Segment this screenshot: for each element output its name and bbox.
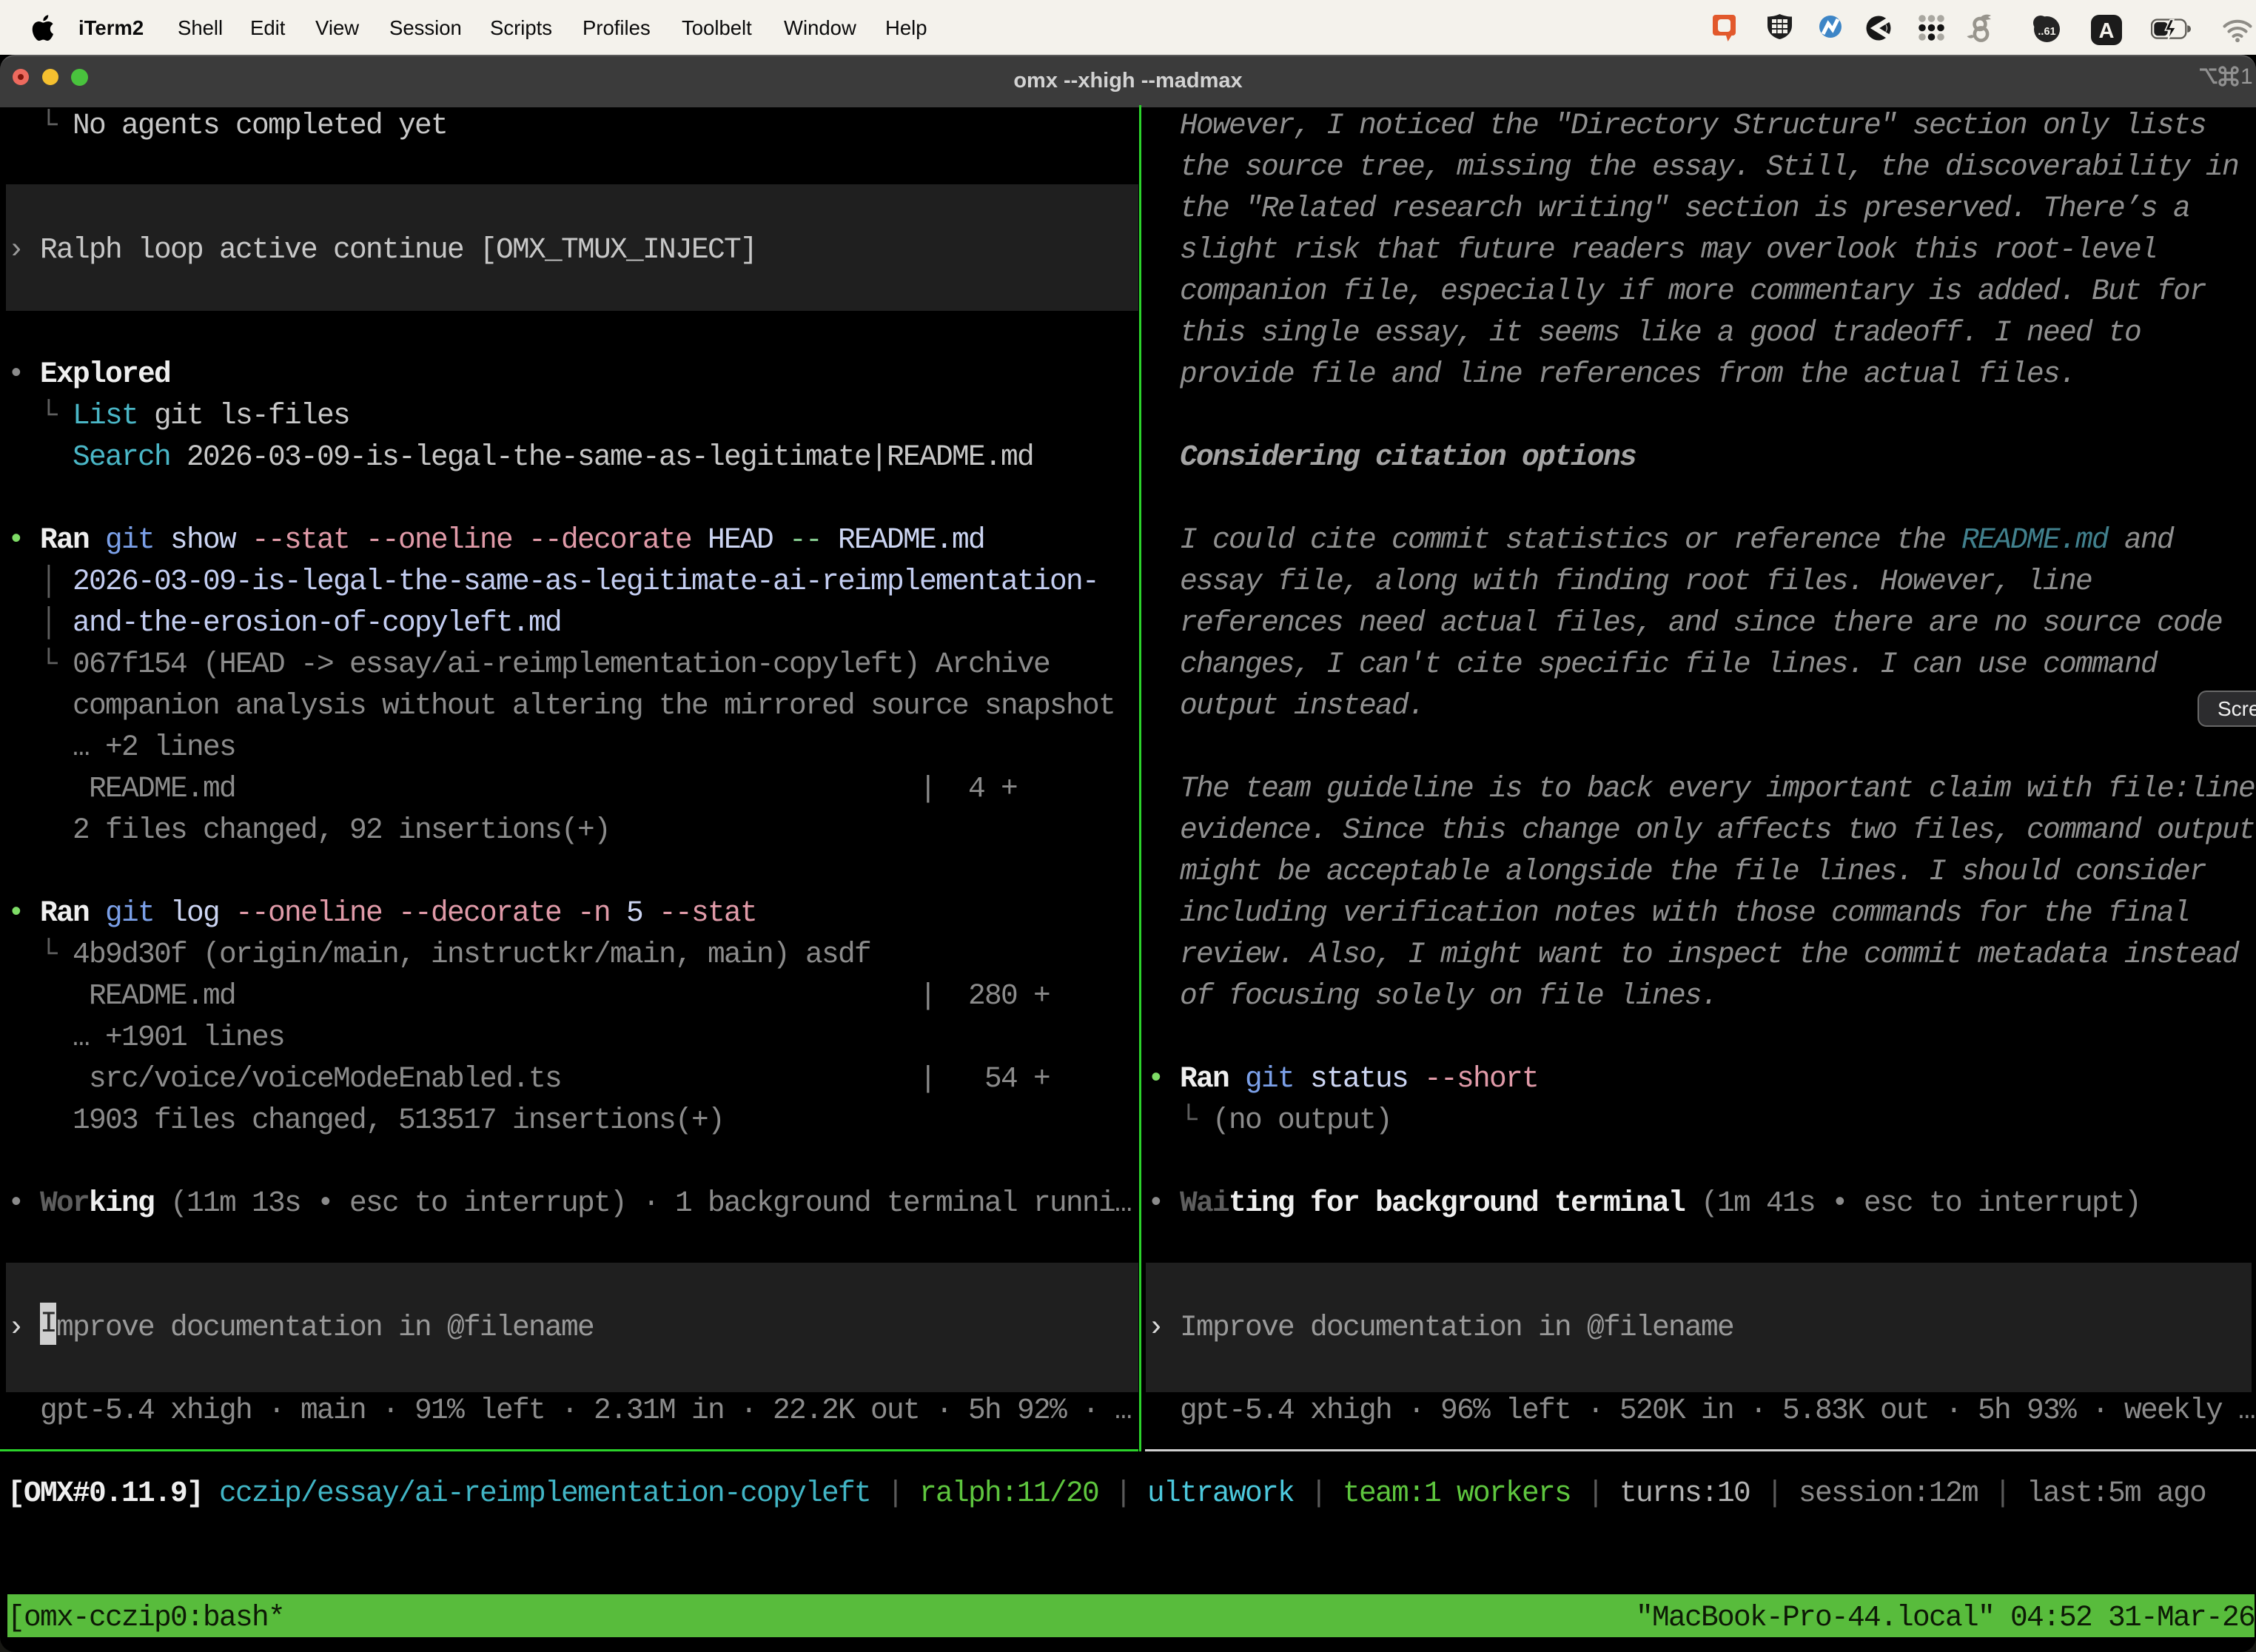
- svg-text:1: 1: [2240, 64, 2253, 89]
- svg-text:..61: ..61: [2038, 26, 2055, 38]
